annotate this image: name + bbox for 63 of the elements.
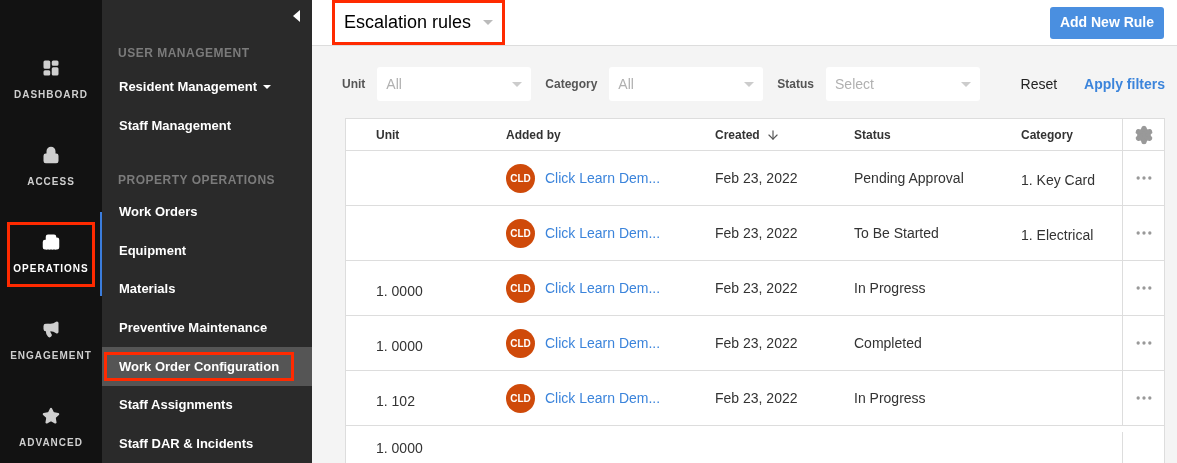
table-cell: Feb 23, 2022	[715, 334, 798, 351]
table-cell: Completed	[854, 334, 922, 351]
page-title-dropdown[interactable]: Escalation rules	[332, 0, 506, 45]
settings-icon[interactable]	[1133, 124, 1154, 145]
table-cell: 1. 0000	[376, 337, 423, 354]
caret-icon	[744, 81, 755, 87]
column-header[interactable]: Added by	[506, 125, 561, 144]
user-link[interactable]: Click Learn Dem...	[545, 387, 661, 409]
avatar: CLD	[506, 273, 535, 303]
reset-button[interactable]: Reset	[1020, 73, 1058, 95]
menu-item[interactable]: Equipment	[104, 235, 202, 266]
rail-item[interactable]: ACCESS	[7, 135, 95, 200]
menu-item[interactable]: Staff Management	[104, 110, 246, 141]
table-cell: Feb 23, 2022	[715, 389, 798, 406]
table-cell: 1. 0000	[376, 282, 423, 299]
avatar: CLD	[506, 163, 535, 193]
caret-icon	[263, 85, 271, 90]
caret-icon	[512, 81, 523, 87]
menu-item[interactable]: Work Orders	[104, 197, 213, 227]
avatar: CLD	[506, 218, 535, 248]
menu-item[interactable]: Staff Assignments	[104, 390, 248, 420]
rail-item[interactable]: ADVANCED	[7, 396, 95, 461]
column-header[interactable]: Unit	[376, 125, 400, 144]
column-header[interactable]: Category	[1021, 125, 1073, 144]
lock-icon	[42, 146, 60, 164]
table-cell: 1. Key Card	[1021, 171, 1095, 188]
table-cell: 1. 0000	[376, 440, 423, 456]
table-cell: 1. Electrical	[1021, 226, 1094, 243]
menu-heading: PROPERTY OPERATIONS	[117, 171, 277, 189]
table-cell: To Be Started	[854, 224, 939, 241]
menu-heading: USER MANAGEMENT	[117, 44, 251, 62]
menu-item[interactable]: Resident Management	[104, 72, 286, 102]
table-cell: Feb 23, 2022	[715, 279, 798, 296]
user-link[interactable]: Click Learn Dem...	[545, 167, 661, 189]
menu-item[interactable]: Preventive Maintenance	[104, 313, 283, 343]
megaphone-icon	[42, 320, 60, 338]
avatar: CLD	[506, 383, 535, 413]
user-link[interactable]: Click Learn Dem...	[545, 277, 661, 299]
table-cell: Feb 23, 2022	[715, 169, 798, 186]
caret-icon	[483, 20, 494, 25]
menu-item[interactable]: Materials	[104, 274, 191, 304]
user-link[interactable]: Click Learn Dem...	[545, 332, 661, 354]
filter-label: Status	[777, 76, 815, 93]
rail-item[interactable]: ENGAGEMENT	[7, 309, 95, 374]
rail-item[interactable]: OPERATIONS	[7, 222, 95, 287]
table-cell: 1. 102	[376, 392, 415, 409]
caret-icon	[961, 81, 972, 87]
star-icon	[42, 407, 60, 425]
column-header[interactable]: Created	[715, 125, 760, 144]
collapse-icon[interactable]	[293, 10, 300, 22]
table-cell: In Progress	[854, 279, 926, 296]
filter-label: Category	[545, 76, 598, 93]
avatar: CLD	[506, 328, 535, 358]
user-link[interactable]: Click Learn Dem...	[545, 222, 661, 244]
table-cell: Feb 23, 2022	[715, 224, 798, 241]
rail-item[interactable]: DASHBOARD	[7, 48, 95, 113]
table-cell: Pending Approval	[854, 169, 964, 186]
menu-item[interactable]: Staff DAR & Incidents	[104, 428, 269, 459]
table-cell: In Progress	[854, 389, 926, 406]
menu-item[interactable]: Work Order Configuration	[104, 351, 295, 382]
column-header[interactable]: Status	[854, 125, 891, 144]
dashboard-icon	[42, 59, 60, 77]
filter-label: Unit	[342, 76, 366, 93]
